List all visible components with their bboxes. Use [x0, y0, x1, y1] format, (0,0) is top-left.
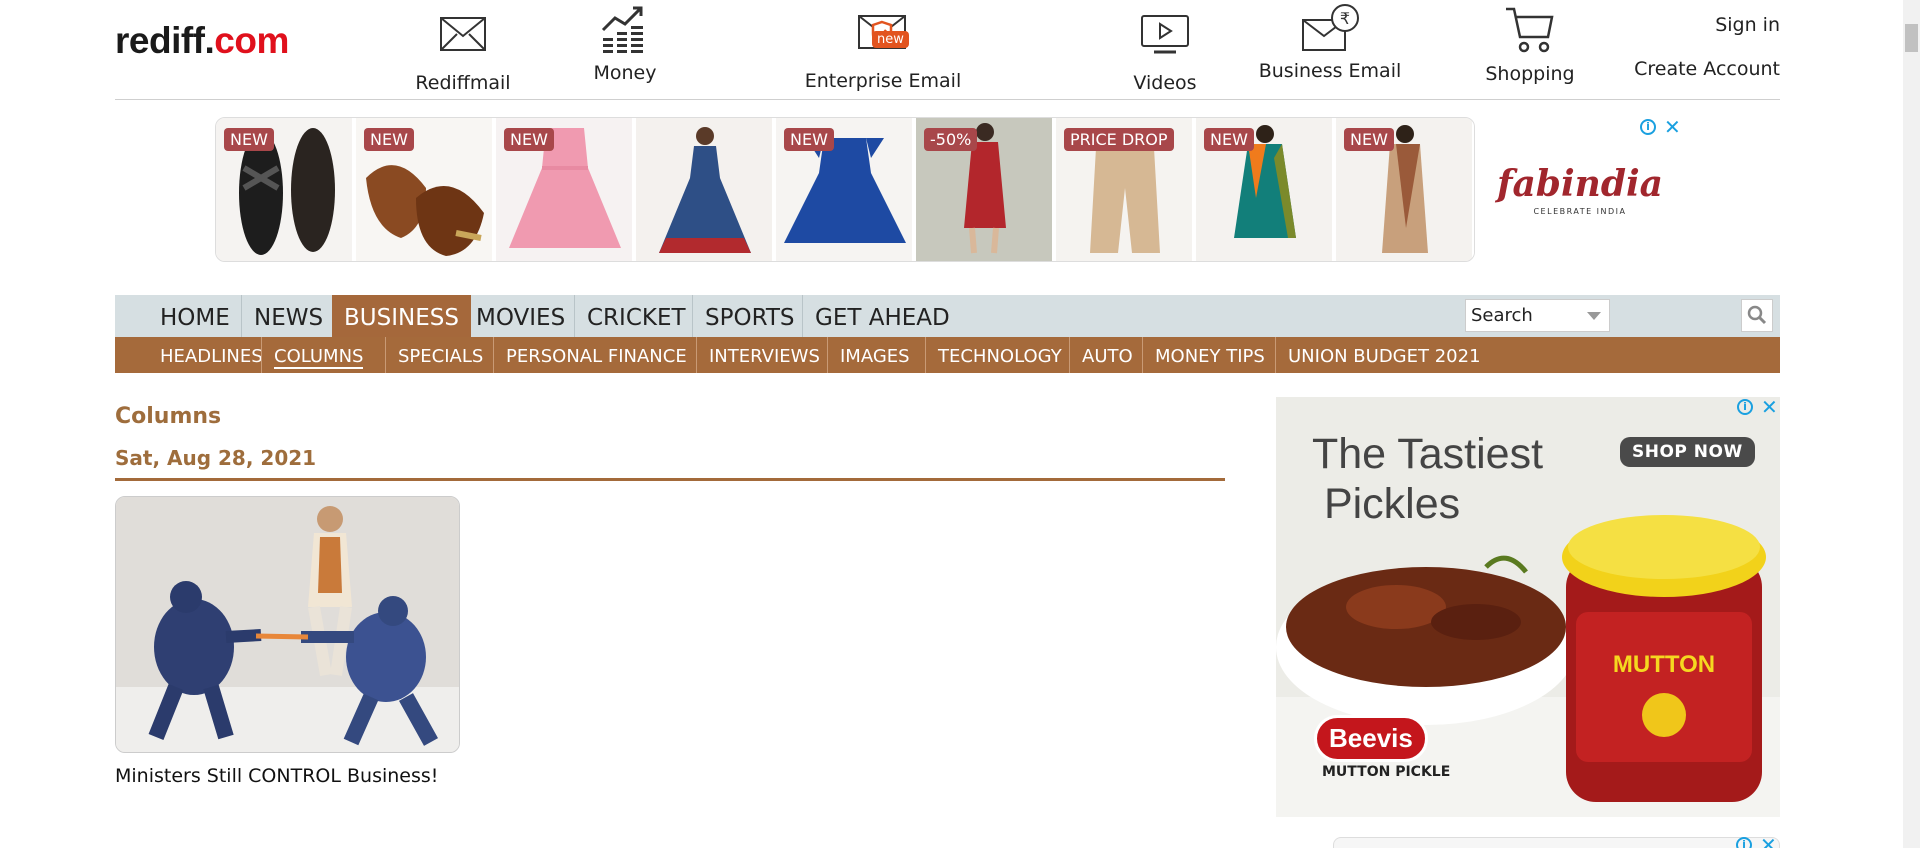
- mail-icon: [398, 14, 528, 72]
- search-icon: [1747, 305, 1767, 325]
- tab-sports[interactable]: SPORTS: [692, 295, 807, 337]
- nav-shopping[interactable]: Shopping: [1465, 0, 1595, 100]
- search-button[interactable]: [1741, 299, 1773, 332]
- nav-business-email[interactable]: ₹ Business Email: [1230, 0, 1430, 100]
- nav-rediffmail[interactable]: Rediffmail: [398, 0, 528, 100]
- search-input[interactable]: [1466, 300, 1586, 331]
- section-date: Sat, Aug 28, 2021: [115, 446, 317, 470]
- ad-close-icon[interactable]: ✕: [1760, 835, 1777, 848]
- article-link[interactable]: Ministers Still CONTROL Business!: [115, 765, 438, 787]
- rediff-logo[interactable]: rediff.com: [115, 20, 289, 62]
- beevis-tagline: MUTTON PICKLE: [1322, 764, 1451, 780]
- chevron-down-icon[interactable]: [1587, 312, 1601, 320]
- create-account-link[interactable]: Create Account: [1634, 58, 1780, 80]
- shop-now-button[interactable]: SHOP NOW: [1620, 437, 1755, 467]
- business-email-icon: ₹: [1230, 2, 1430, 60]
- ad-choices[interactable]: i ✕: [1640, 117, 1681, 137]
- subtab-technology[interactable]: TECHNOLOGY: [925, 337, 1074, 373]
- subtab-personal-finance[interactable]: PERSONAL FINANCE: [493, 337, 699, 373]
- subtab-interviews[interactable]: INTERVIEWS: [696, 337, 832, 373]
- ad-tile[interactable]: NEW: [1336, 118, 1474, 261]
- subtab-images[interactable]: IMAGES: [827, 337, 922, 373]
- new-badge: new: [872, 31, 909, 48]
- ad-info-icon[interactable]: i: [1640, 119, 1656, 135]
- video-icon: [1115, 14, 1215, 72]
- subtab-union-budget-2021[interactable]: UNION BUDGET 2021: [1275, 337, 1493, 373]
- ad-headline: The Tastiest Pickles: [1312, 430, 1544, 528]
- svg-text:MUTTON: MUTTON: [1613, 651, 1715, 678]
- scrollbar[interactable]: [1903, 0, 1920, 848]
- tab-business[interactable]: BUSINESS: [332, 295, 471, 337]
- bottom-ad-strip[interactable]: [1333, 837, 1780, 848]
- subtab-money-tips[interactable]: MONEY TIPS: [1142, 337, 1277, 373]
- ad-info-icon[interactable]: i: [1737, 399, 1753, 415]
- nav-videos[interactable]: Videos: [1115, 0, 1215, 100]
- ad-tile[interactable]: PRICE DROP: [1056, 118, 1194, 261]
- section-divider: [115, 478, 1225, 481]
- ad-info-icon[interactable]: i: [1736, 837, 1752, 848]
- svg-text:₹: ₹: [1340, 9, 1350, 28]
- tab-movies[interactable]: MOVIES: [464, 295, 577, 337]
- subtab-headlines[interactable]: HEADLINES: [148, 337, 275, 373]
- tug-of-war-illustration: [116, 497, 459, 752]
- ad-tile[interactable]: -50%: [916, 118, 1054, 261]
- ad-close-icon[interactable]: ✕: [1664, 117, 1681, 137]
- sign-in-link[interactable]: Sign in: [1715, 14, 1780, 36]
- fabindia-tagline: CELEBRATE INDIA: [1533, 207, 1627, 216]
- money-chart-icon: [575, 4, 675, 62]
- tab-cricket[interactable]: CRICKET: [574, 295, 698, 337]
- ad-tile[interactable]: NEW: [776, 118, 914, 261]
- sub-nav: HEADLINES COLUMNS SPECIALS PERSONAL FINA…: [115, 337, 1780, 373]
- beevis-logo: Beevis: [1314, 715, 1428, 762]
- subtab-columns[interactable]: COLUMNS: [261, 337, 375, 373]
- ad-tile[interactable]: NEW: [356, 118, 494, 261]
- tab-get-ahead[interactable]: GET AHEAD: [802, 295, 962, 337]
- subtab-specials[interactable]: SPECIALS: [385, 337, 495, 373]
- side-ad-choices[interactable]: i ✕: [1737, 397, 1778, 417]
- fabindia-ad-strip[interactable]: NEW NEW NEW NEW -50% PRICE DROP NEW NEW: [215, 117, 1475, 262]
- scrollbar-thumb[interactable]: [1905, 24, 1918, 52]
- subtab-auto[interactable]: AUTO: [1069, 337, 1145, 373]
- ad-tile[interactable]: [636, 118, 774, 261]
- top-header: rediff.com Rediffmail Money new Enterpri…: [115, 0, 1780, 100]
- cart-icon: [1465, 5, 1595, 63]
- anarkali-image: [636, 118, 772, 261]
- bottom-ad-choices[interactable]: i ✕: [1736, 835, 1777, 848]
- nav-enterprise-email[interactable]: new Enterprise Email: [783, 0, 983, 100]
- article-thumbnail[interactable]: [115, 496, 460, 753]
- pickle-ad[interactable]: MUTTON The Tastiest Pickles SHOP NOW Bee…: [1276, 397, 1780, 817]
- ad-tile[interactable]: NEW: [496, 118, 634, 261]
- ad-tile[interactable]: NEW: [1196, 118, 1334, 261]
- search-field[interactable]: [1465, 299, 1610, 332]
- tab-home[interactable]: HOME: [148, 295, 242, 337]
- tab-news[interactable]: NEWS: [241, 295, 335, 337]
- fabindia-logo[interactable]: fabindia: [1495, 163, 1665, 205]
- nav-money[interactable]: Money: [575, 0, 675, 100]
- ad-tile[interactable]: NEW: [216, 118, 354, 261]
- ad-close-icon[interactable]: ✕: [1761, 397, 1778, 417]
- page-title: Columns: [115, 404, 222, 429]
